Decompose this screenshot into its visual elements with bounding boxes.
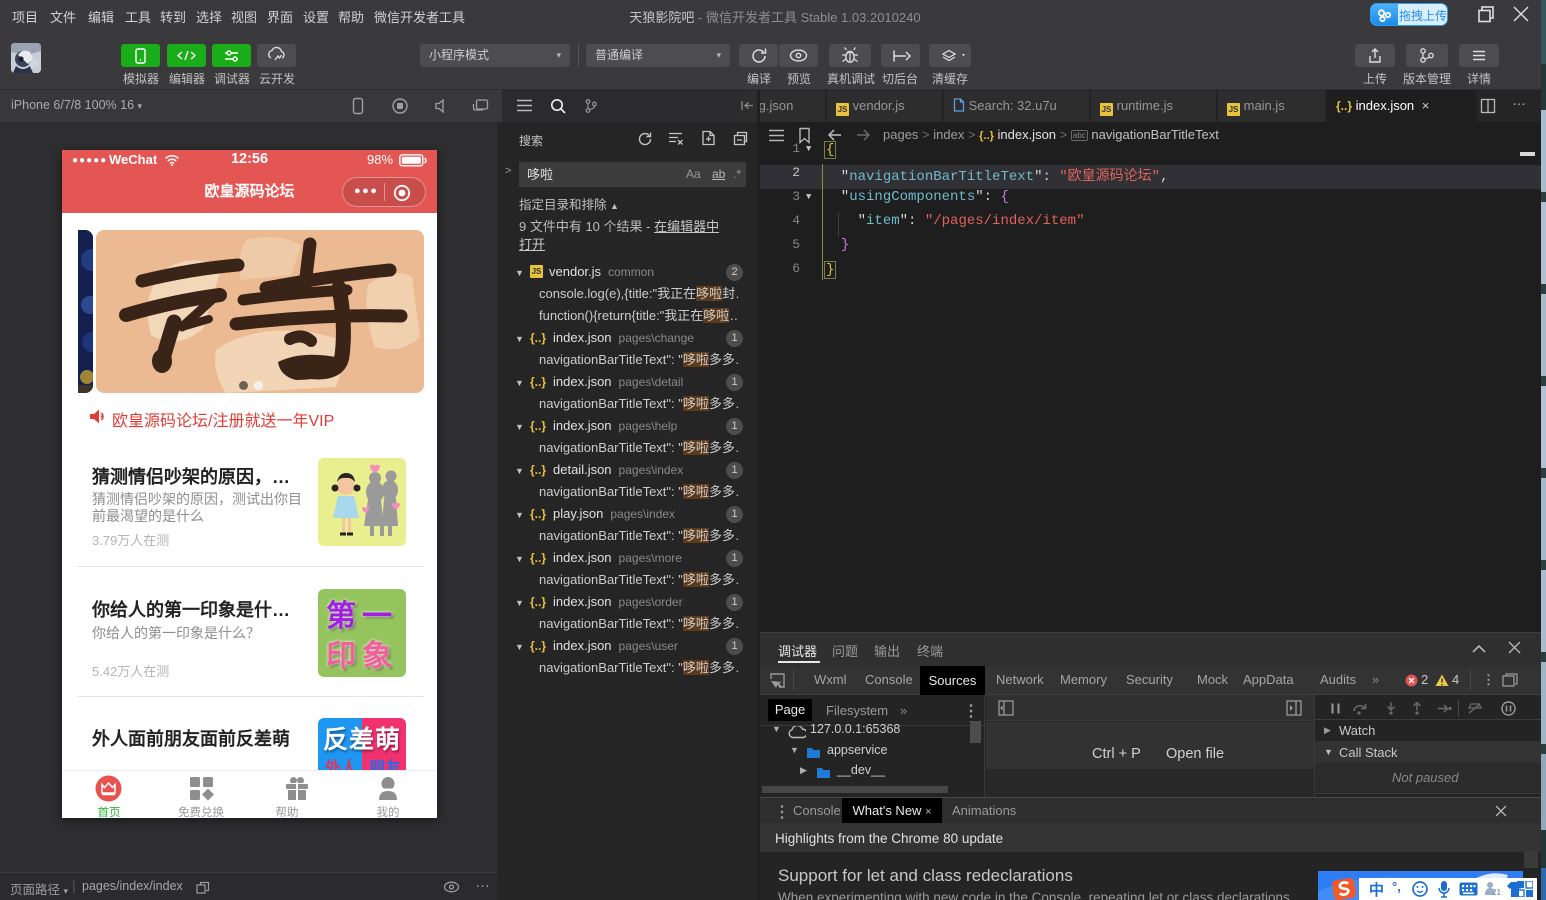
svg-text:21: 21 (1492, 888, 1501, 897)
